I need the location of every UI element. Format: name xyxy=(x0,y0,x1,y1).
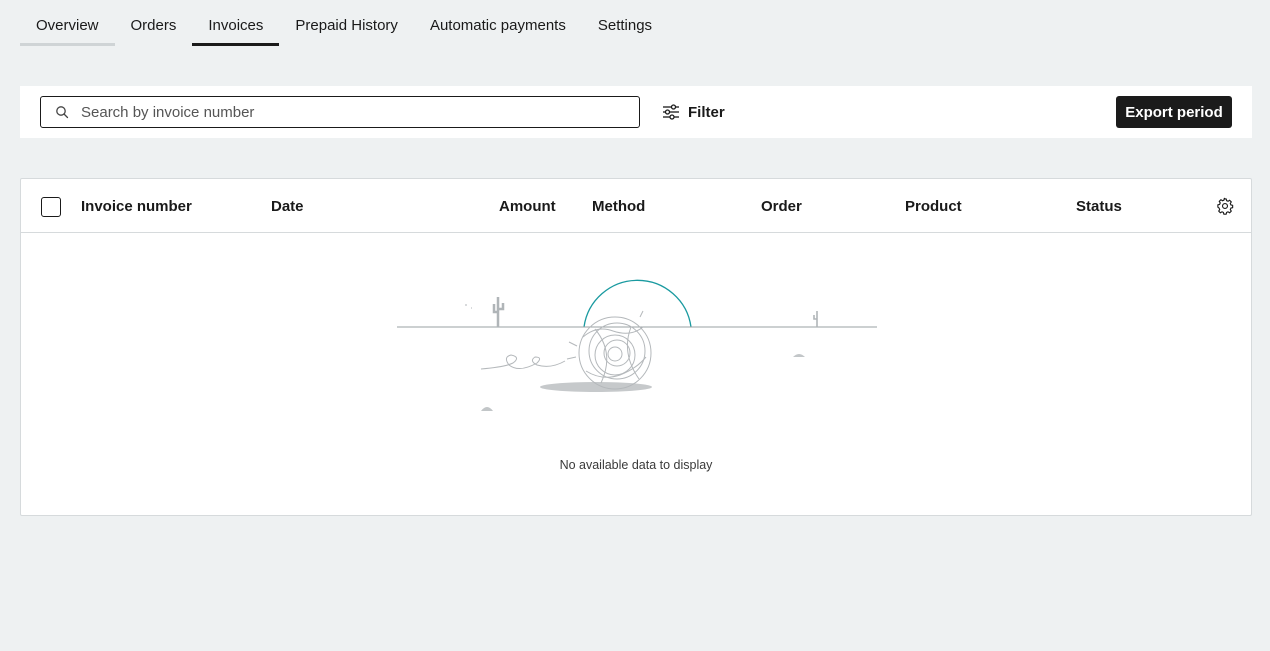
column-amount[interactable]: Amount xyxy=(499,198,556,215)
column-date[interactable]: Date xyxy=(271,198,304,215)
toolbar: Filter Export period xyxy=(20,86,1252,138)
tab-automatic-payments[interactable]: Automatic payments xyxy=(414,0,582,46)
column-status[interactable]: Status xyxy=(1076,198,1122,215)
desert-tumbleweed-illustration xyxy=(397,279,877,411)
search-box xyxy=(40,96,640,128)
filter-label: Filter xyxy=(688,103,725,121)
select-all-checkbox[interactable] xyxy=(41,197,61,217)
filter-button[interactable]: Filter xyxy=(662,100,725,124)
tab-settings[interactable]: Settings xyxy=(582,0,668,46)
column-product[interactable]: Product xyxy=(905,198,962,215)
search-input[interactable] xyxy=(81,97,631,127)
search-icon xyxy=(56,106,69,119)
export-period-button[interactable]: Export period xyxy=(1116,96,1232,128)
column-method[interactable]: Method xyxy=(592,198,645,215)
filter-sliders-icon xyxy=(663,104,679,120)
tab-overview[interactable]: Overview xyxy=(20,0,115,46)
tab-prepaid-history[interactable]: Prepaid History xyxy=(279,0,414,46)
column-invoice-number[interactable]: Invoice number xyxy=(81,198,192,215)
tab-invoices[interactable]: Invoices xyxy=(192,0,280,46)
tab-orders[interactable]: Orders xyxy=(115,0,193,46)
tab-bar: Overview Orders Invoices Prepaid History… xyxy=(20,0,668,46)
table-header: Invoice number Date Amount Method Order … xyxy=(21,179,1251,233)
gear-icon[interactable] xyxy=(1216,197,1234,215)
column-order[interactable]: Order xyxy=(761,198,802,215)
empty-state-message: No available data to display xyxy=(559,458,713,472)
invoices-table: Invoice number Date Amount Method Order … xyxy=(20,178,1252,516)
